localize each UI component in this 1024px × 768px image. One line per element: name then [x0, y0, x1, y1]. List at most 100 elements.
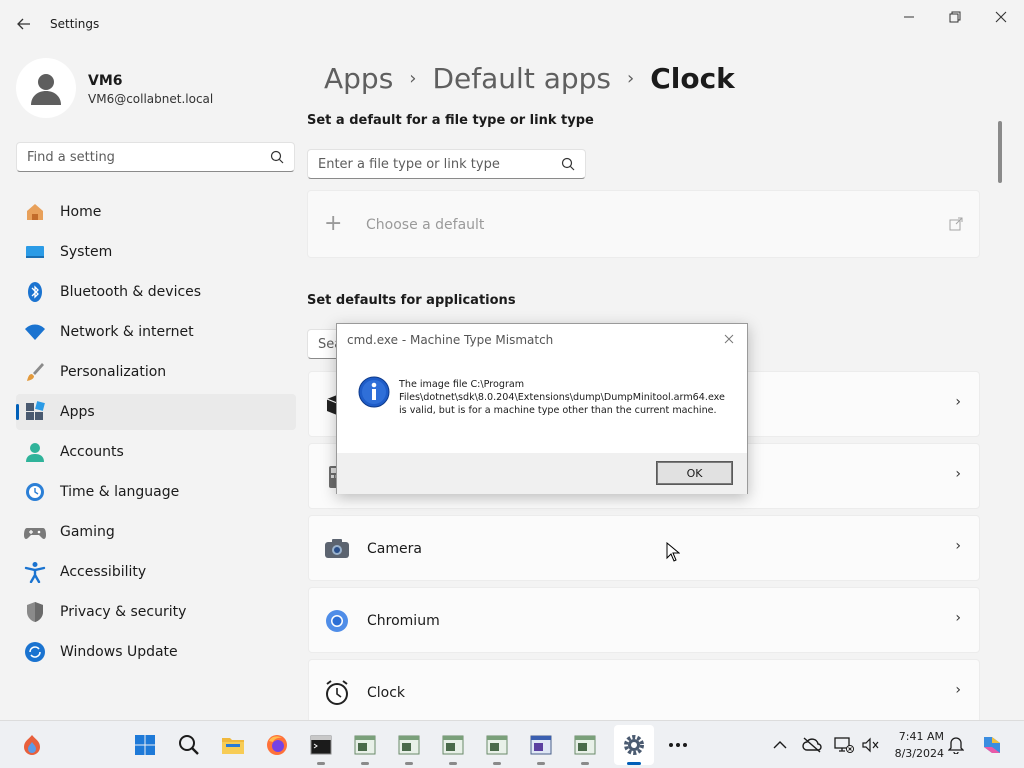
app-title: Settings	[50, 17, 100, 31]
terminal-button[interactable]	[301, 721, 341, 768]
more-apps-button[interactable]	[658, 721, 698, 768]
chevron-up-icon	[773, 741, 787, 749]
chevron-right-icon: ›	[955, 538, 961, 554]
cloud-offline-icon	[802, 737, 822, 753]
volume-muted-icon	[862, 737, 879, 753]
dialog-footer: OK	[337, 453, 747, 494]
sidebar-item-windows-update[interactable]: Windows Update	[16, 634, 296, 670]
sidebar-item-time-language[interactable]: Time & language	[16, 474, 296, 510]
sidebar-nav: Home System Bluetooth & devices Network …	[16, 194, 296, 674]
app-window-button-2[interactable]	[389, 721, 429, 768]
close-icon	[724, 334, 734, 344]
sidebar-item-system[interactable]: System	[16, 234, 296, 270]
sidebar-item-label: Gaming	[60, 524, 115, 540]
sidebar-item-bluetooth[interactable]: Bluetooth & devices	[16, 274, 296, 310]
firefox-button[interactable]	[257, 721, 297, 768]
sidebar-item-label: Home	[60, 204, 102, 220]
close-button[interactable]	[978, 0, 1024, 34]
sidebar-item-home[interactable]: Home	[16, 194, 296, 230]
file-explorer-button[interactable]	[213, 721, 253, 768]
chevron-right-icon: ›	[955, 682, 961, 698]
apps-section-title: Set defaults for applications	[307, 293, 516, 308]
breadcrumb-default-apps[interactable]: Default apps	[433, 62, 612, 95]
apps-icon	[24, 401, 46, 423]
update-icon	[24, 641, 46, 663]
person-icon	[31, 74, 61, 105]
chevron-right-icon: ›	[627, 67, 635, 89]
copilot-icon	[984, 737, 1000, 753]
app-window-button-4[interactable]	[477, 721, 517, 768]
notifications-button[interactable]	[944, 733, 968, 757]
chevron-right-icon: ›	[955, 466, 961, 482]
wifi-icon	[24, 321, 46, 343]
sidebar-item-privacy-security[interactable]: Privacy & security	[16, 594, 296, 630]
ok-button[interactable]: OK	[656, 461, 733, 485]
sidebar-item-label: Apps	[60, 404, 95, 420]
app-row-label: Clock	[367, 685, 406, 701]
maximize-button[interactable]	[932, 0, 978, 34]
sidebar-item-accounts[interactable]: Accounts	[16, 434, 296, 470]
choose-default-card[interactable]: + Choose a default	[307, 190, 980, 258]
sidebar-item-label: Network & internet	[60, 324, 194, 340]
scrollbar[interactable]	[998, 121, 1002, 183]
show-hidden-icons-button[interactable]	[768, 733, 792, 757]
breadcrumb-apps[interactable]: Apps	[324, 62, 393, 95]
app-window-button-6[interactable]	[565, 721, 605, 768]
app-window-button-1[interactable]	[345, 721, 385, 768]
widgets-button[interactable]	[12, 721, 52, 768]
app-window-icon	[354, 735, 376, 755]
app-window-icon	[398, 735, 420, 755]
dialog-close-button[interactable]	[719, 329, 739, 349]
find-setting-input[interactable]	[17, 143, 257, 171]
sidebar-item-network[interactable]: Network & internet	[16, 314, 296, 350]
taskbar-search-button[interactable]	[169, 721, 209, 768]
app-row-clock[interactable]: Clock ›	[308, 659, 980, 725]
search-icon	[179, 735, 199, 755]
copilot-button[interactable]	[980, 733, 1004, 757]
sidebar-item-accessibility[interactable]: Accessibility	[16, 554, 296, 590]
network-icon	[834, 737, 854, 753]
search-icon[interactable]	[561, 157, 575, 171]
onedrive-tray-button[interactable]	[800, 733, 824, 757]
sidebar-item-apps[interactable]: Apps	[16, 394, 296, 430]
minimize-button[interactable]	[886, 0, 932, 34]
firefox-icon	[267, 735, 287, 755]
app-row-camera[interactable]: Camera ›	[308, 515, 980, 581]
app-window-icon	[442, 735, 464, 755]
sidebar-item-label: Personalization	[60, 364, 167, 380]
app-window-icon	[574, 735, 596, 755]
windows-logo-icon	[135, 735, 155, 755]
start-button[interactable]	[125, 721, 165, 768]
sidebar-item-gaming[interactable]: Gaming	[16, 514, 296, 550]
clock-globe-icon	[24, 481, 46, 503]
app-window-button-3[interactable]	[433, 721, 473, 768]
taskbar-date[interactable]: 8/3/2024	[886, 747, 944, 760]
user-card[interactable]: VM6 VM6@collabnet.local	[16, 58, 286, 118]
volume-tray-button[interactable]	[858, 733, 882, 757]
app-window-button-5[interactable]	[521, 721, 561, 768]
bluetooth-icon	[24, 281, 46, 303]
sidebar-item-personalization[interactable]: Personalization	[16, 354, 296, 390]
filetype-search-input[interactable]	[308, 150, 548, 178]
sidebar-item-label: System	[60, 244, 113, 260]
taskbar-time[interactable]: 7:41 AM	[894, 730, 944, 743]
app-row-chromium[interactable]: Chromium ›	[308, 587, 980, 653]
brush-icon	[24, 361, 46, 383]
filetype-search	[307, 149, 586, 179]
restore-icon	[949, 11, 961, 23]
clock-icon	[324, 680, 350, 706]
network-tray-button[interactable]	[832, 733, 856, 757]
title-bar: Settings	[0, 0, 1024, 48]
dialog-title: cmd.exe - Machine Type Mismatch	[347, 333, 554, 347]
plus-icon: +	[324, 211, 343, 236]
info-icon	[358, 376, 390, 408]
filetype-section-title: Set a default for a file type or link ty…	[307, 113, 594, 128]
back-arrow-icon	[17, 18, 30, 30]
machine-type-mismatch-dialog: cmd.exe - Machine Type Mismatch The imag…	[336, 323, 748, 494]
user-name: VM6	[88, 73, 123, 89]
settings-taskbar-button[interactable]	[614, 725, 654, 765]
mouse-cursor-icon	[666, 542, 680, 562]
breadcrumb: Apps › Default apps › Clock	[324, 58, 735, 98]
search-icon[interactable]	[270, 150, 284, 164]
back-button[interactable]	[10, 10, 38, 38]
